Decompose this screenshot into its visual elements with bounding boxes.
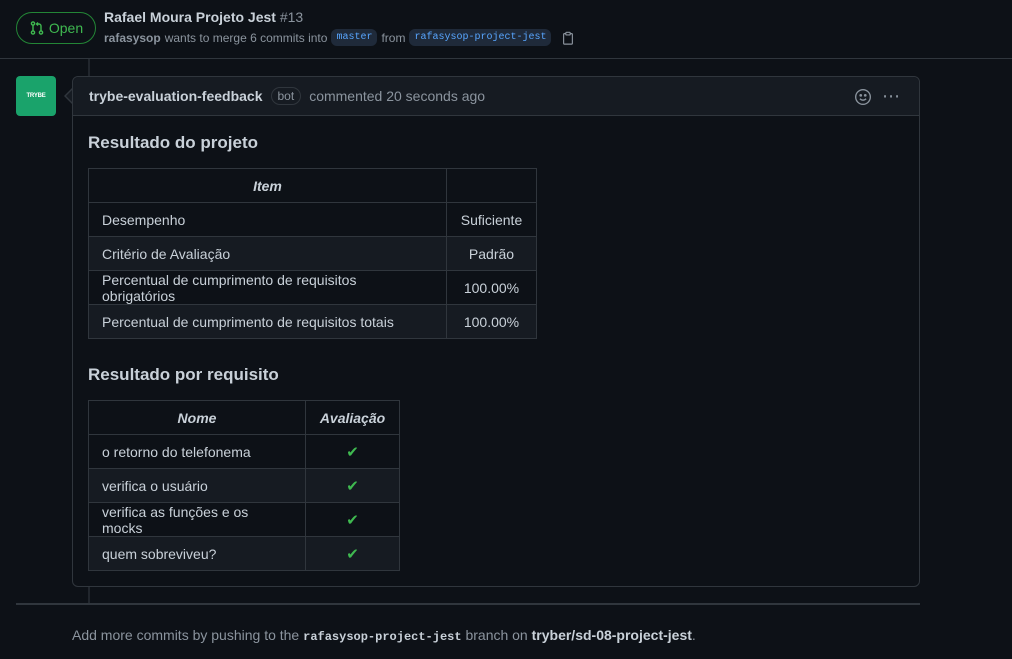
table-header: Item xyxy=(88,168,447,203)
copy-icon[interactable] xyxy=(561,31,575,45)
pr-status-badge: Open xyxy=(16,12,96,44)
smiley-icon[interactable] xyxy=(854,88,872,106)
pr-author-link[interactable]: rafasysop xyxy=(104,31,161,45)
section-heading-requirements: Resultado por requisito xyxy=(88,365,279,384)
table-header: Nome xyxy=(88,400,306,435)
table-row: quem sobreviveu? ✔ xyxy=(88,536,400,571)
bot-badge: bot xyxy=(270,87,302,105)
table-row: Percentual de cumprimento de requisitos … xyxy=(88,304,537,339)
table-header-row: Item xyxy=(88,168,537,203)
footer-prefix: Add more commits by pushing to the xyxy=(72,627,300,643)
comment-author-link[interactable]: trybe-evaluation-feedback xyxy=(89,88,263,104)
table-row: verifica o usuário ✔ xyxy=(88,468,400,503)
table-cell: 100.00% xyxy=(446,270,537,305)
footer-branch: rafasysop-project-jest xyxy=(303,630,462,644)
table-cell: Percentual de cumprimento de requisitos … xyxy=(88,304,447,339)
table-row: Critério de Avaliação Padrão xyxy=(88,236,537,271)
footer-suffix: . xyxy=(691,627,696,643)
from-text: from xyxy=(381,30,406,45)
table-header-row: Nome Avaliação xyxy=(88,400,400,435)
pull-request-icon xyxy=(30,21,44,35)
table-cell: Critério de Avaliação xyxy=(88,236,447,271)
requirements-table: Nome Avaliação o retorno do telefonema ✔… xyxy=(88,400,400,571)
project-result-table: Item Desempenho Suficiente Critério de A… xyxy=(88,168,537,339)
merge-text: wants to merge 6 commits into xyxy=(164,30,328,45)
timeline-divider xyxy=(16,603,920,605)
table-cell: 100.00% xyxy=(446,304,537,339)
table-cell: Percentual de cumprimento de requisitos … xyxy=(88,270,447,305)
table-row: Percentual de cumprimento de requisitos … xyxy=(88,270,537,305)
pr-meta: rafasysop wants to merge 6 commits into … xyxy=(104,29,575,46)
more-options-icon[interactable]: ⋯ xyxy=(882,86,901,107)
status-label: Open xyxy=(48,20,84,36)
comment-header: trybe-evaluation-feedback bot commented … xyxy=(73,77,919,116)
check-icon: ✔ xyxy=(305,502,400,537)
pr-number: #13 xyxy=(279,9,304,25)
table-cell: verifica o usuário xyxy=(88,468,306,503)
table-cell: Suficiente xyxy=(446,202,537,237)
footer-middle: branch on xyxy=(465,627,528,643)
table-cell: quem sobreviveu? xyxy=(88,536,306,571)
table-cell: Padrão xyxy=(446,236,537,271)
comment-box: trybe-evaluation-feedback bot commented … xyxy=(72,76,920,587)
comment-timestamp[interactable]: commented 20 seconds ago xyxy=(309,88,485,104)
base-branch[interactable]: master xyxy=(331,29,378,46)
section-heading-project: Resultado do projeto xyxy=(88,133,258,152)
table-row: verifica as funções e os mocks ✔ xyxy=(88,502,400,537)
footer-hint: Add more commits by pushing to the rafas… xyxy=(72,627,696,644)
footer-repo-link[interactable]: tryber/sd-08-project-jest xyxy=(532,627,692,643)
table-cell: o retorno do telefonema xyxy=(88,434,306,469)
table-row: o retorno do telefonema ✔ xyxy=(88,434,400,469)
head-branch[interactable]: rafasysop-project-jest xyxy=(409,29,552,46)
table-header: Avaliação xyxy=(305,400,400,435)
table-header xyxy=(446,168,537,203)
avatar[interactable]: TRYBE xyxy=(16,76,56,116)
check-icon: ✔ xyxy=(305,536,400,571)
pr-title-text: Rafael Moura Projeto Jest xyxy=(104,9,276,25)
pr-title: Rafael Moura Projeto Jest #13 xyxy=(104,9,303,25)
table-cell: Desempenho xyxy=(88,202,447,237)
check-icon: ✔ xyxy=(305,434,400,469)
table-cell: verifica as funções e os mocks xyxy=(88,502,306,537)
pr-header: Open Rafael Moura Projeto Jest #13 rafas… xyxy=(0,0,1012,59)
table-row: Desempenho Suficiente xyxy=(88,202,537,237)
check-icon: ✔ xyxy=(305,468,400,503)
